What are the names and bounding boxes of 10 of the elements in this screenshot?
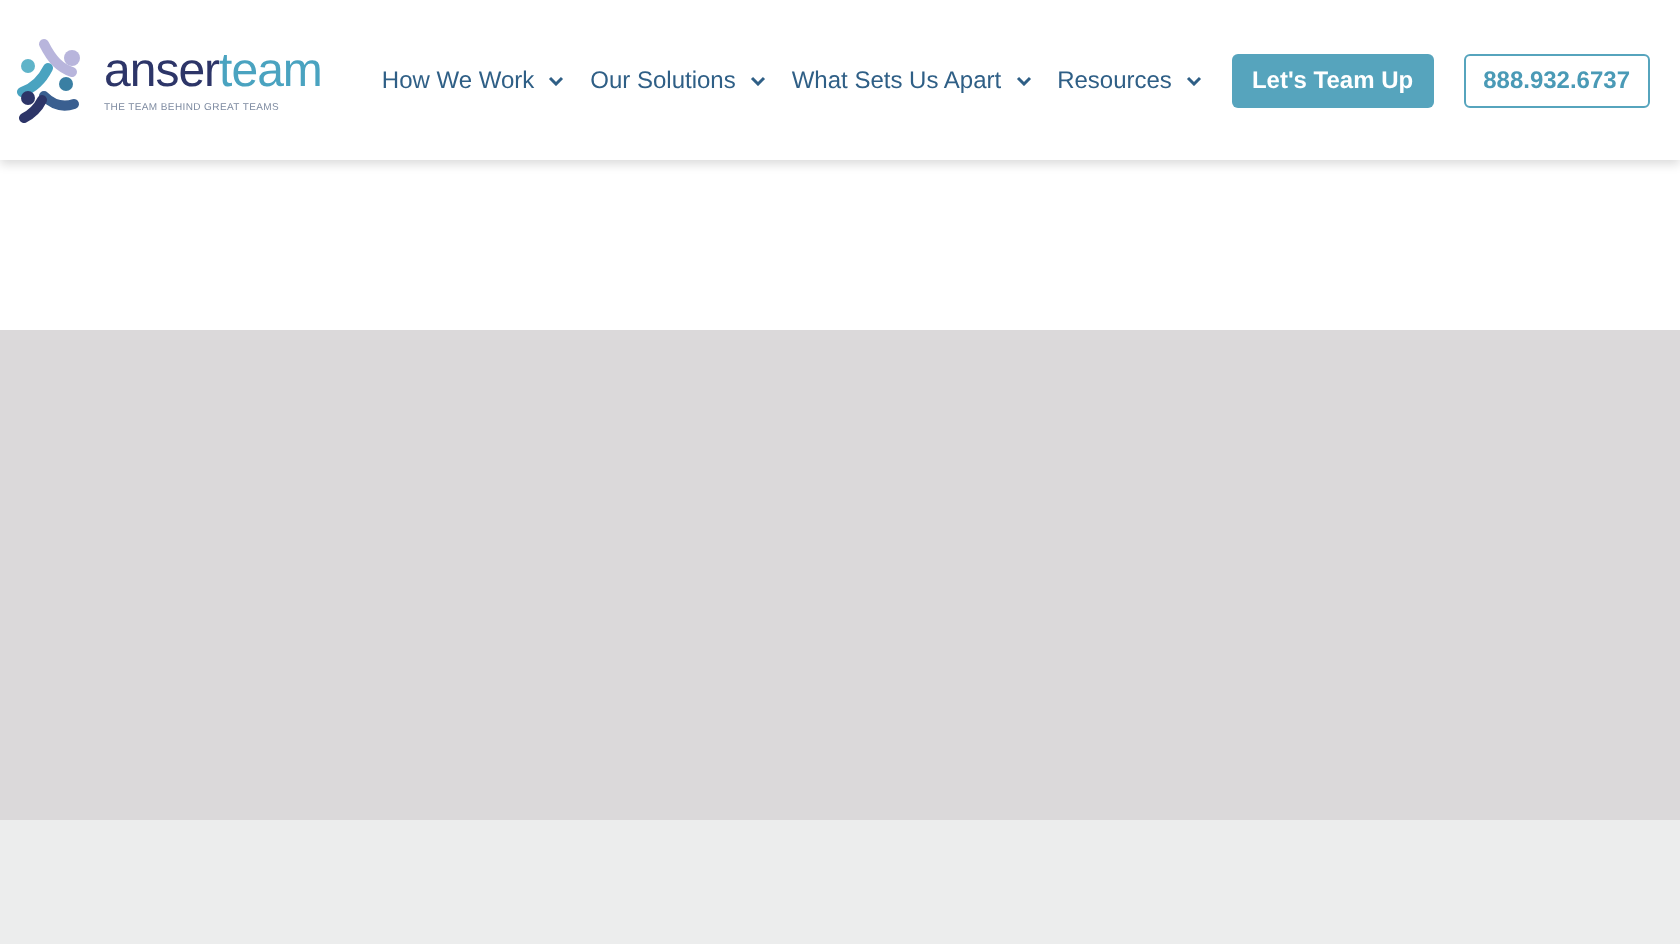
logo-icon (16, 36, 84, 124)
chevron-down-icon (1185, 75, 1202, 85)
nav-link[interactable]: Resources (1057, 66, 1202, 94)
chevron-down-icon (749, 75, 766, 85)
chevron-down-icon (1015, 75, 1032, 85)
nav-link[interactable]: What Sets Us Apart (791, 66, 1032, 94)
logo-wordmark: anserteam (104, 47, 322, 95)
chevron-down-icon (548, 75, 565, 85)
nav-link[interactable]: Our Solutions (590, 66, 766, 94)
nav-link[interactable]: How We Work (381, 66, 565, 94)
